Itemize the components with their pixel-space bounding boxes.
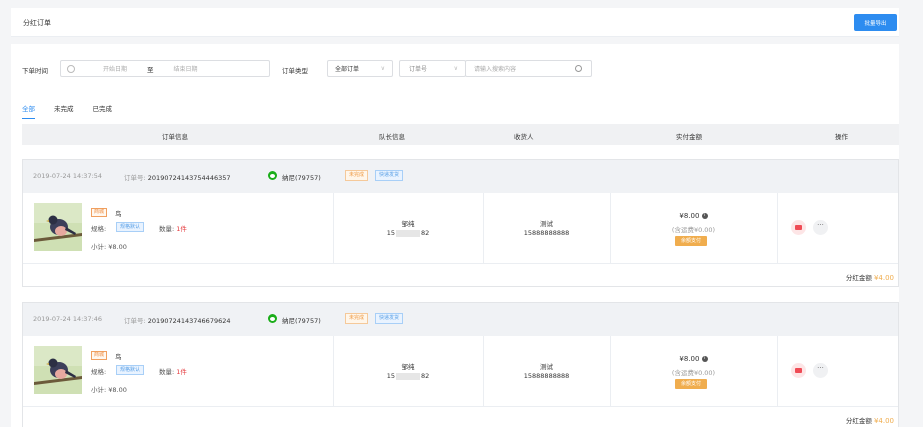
order-type-value: 全部订单 xyxy=(335,66,360,73)
chevron-down-icon: ∨ xyxy=(453,65,458,72)
product-thumbnail[interactable] xyxy=(34,203,82,251)
spec-label: 规格: xyxy=(91,368,107,376)
paid-amount: ¥8.00 i xyxy=(610,355,777,363)
goods-source-badge: 商城 xyxy=(91,208,108,217)
column-header: 订单信息 xyxy=(162,133,188,141)
date-separator: 至 xyxy=(147,65,154,74)
receiver-phone: 15888888888 xyxy=(523,372,570,380)
page: 分红订单 批量导出 下单时间 开始日期 至 结束日期 订单类型 全部订单 ∨ 订… xyxy=(11,8,899,427)
wechat-icon xyxy=(268,171,277,180)
start-date-placeholder: 开始日期 xyxy=(103,66,128,73)
order-card: 2019-07-24 14:37:54 订单号: 201907241437544… xyxy=(22,159,899,287)
more-icon[interactable]: ··· xyxy=(813,220,828,235)
order-card: 2019-07-24 14:37:46 订单号: 201907241437466… xyxy=(22,302,899,427)
message-icon[interactable] xyxy=(791,220,806,235)
search-field-select[interactable]: 订单号 ∨ xyxy=(399,60,466,77)
end-date-placeholder: 结束日期 xyxy=(173,66,198,73)
info-icon[interactable]: i xyxy=(701,213,708,219)
order-footer: 分红金额 ¥4.00 xyxy=(23,264,898,286)
order-header: 2019-07-24 14:37:54 订单号: 201907241437544… xyxy=(23,160,898,193)
status-badge: 未完成 xyxy=(345,170,369,181)
page-header: 分红订单 批量导出 xyxy=(11,8,899,37)
delivery-badge: 快递发货 xyxy=(375,170,404,181)
leader-phone: 15 82 xyxy=(386,372,430,380)
order-type-select[interactable]: 全部订单 ∨ xyxy=(327,60,393,77)
shipping-note: (含运费¥0.00) xyxy=(671,369,716,377)
receiver-phone: 15888888888 xyxy=(523,229,570,237)
info-icon[interactable]: i xyxy=(701,356,708,362)
redacted-mask xyxy=(396,229,420,237)
shipping-note: (含运费¥0.00) xyxy=(671,226,716,234)
chevron-down-icon: ∨ xyxy=(380,65,385,72)
order-number: 订单号: 20190724143754446357 xyxy=(124,174,231,182)
quantity: 数量: 1件 xyxy=(159,225,187,233)
leader-name: 邹纯 xyxy=(401,220,415,228)
divider xyxy=(777,193,778,264)
tab-unfinished[interactable]: 未完成 xyxy=(54,103,74,119)
search-input[interactable]: 请输入搜索内容 xyxy=(465,60,592,77)
table-header: 订单信息 队长信息 收货人 实付金额 操作 xyxy=(22,124,899,145)
status-tabs: 全部 未完成 已完成 xyxy=(22,103,131,119)
status-badge: 未完成 xyxy=(345,313,369,324)
order-time: 2019-07-24 14:37:54 xyxy=(33,172,103,180)
search-icon[interactable] xyxy=(575,65,582,72)
buyer-nickname[interactable]: 纳尼(79757) xyxy=(282,315,321,325)
spec-label: 规格: xyxy=(91,225,107,233)
order-header: 2019-07-24 14:37:46 订单号: 201907241437466… xyxy=(23,303,898,336)
dividend-amount: 分红金额 ¥4.00 xyxy=(845,417,894,425)
tab-all[interactable]: 全部 xyxy=(22,103,35,119)
subtotal: 小计: ¥8.00 xyxy=(91,243,127,251)
more-icon[interactable]: ··· xyxy=(813,363,828,378)
buyer-nickname[interactable]: 纳尼(79757) xyxy=(282,172,321,182)
column-header: 队长信息 xyxy=(379,133,405,141)
column-header: 收货人 xyxy=(514,133,534,141)
order-body: 商城 鸟 规格: 规格默认 数量: 1件 小计: ¥8.00 邹纯 15 82 测… xyxy=(23,193,898,264)
order-number: 订单号: 20190724143746679624 xyxy=(124,317,231,325)
goods-source-badge: 商城 xyxy=(91,351,108,360)
goods-name[interactable]: 鸟 xyxy=(115,208,122,218)
date-filter-label: 下单时间 xyxy=(22,67,48,75)
product-thumbnail[interactable] xyxy=(34,346,82,394)
paid-amount: ¥8.00 i xyxy=(610,212,777,220)
order-body: 商城 鸟 规格: 规格默认 数量: 1件 小计: ¥8.00 邹纯 15 82 测… xyxy=(23,336,898,407)
redacted-mask xyxy=(396,372,420,380)
clock-icon xyxy=(67,64,75,73)
column-header: 操作 xyxy=(835,133,848,141)
receiver-name: 测试 xyxy=(540,220,553,228)
delivery-badge: 快递发货 xyxy=(375,313,404,324)
divider xyxy=(777,336,778,407)
leader-name: 邹纯 xyxy=(401,363,415,371)
divider xyxy=(11,37,899,44)
spec-badge: 规格默认 xyxy=(116,222,145,232)
page-title: 分红订单 xyxy=(23,19,51,27)
spec-badge: 规格默认 xyxy=(116,365,145,375)
receiver-name: 测试 xyxy=(540,363,553,371)
subtotal: 小计: ¥8.00 xyxy=(91,386,127,394)
leader-phone: 15 82 xyxy=(386,229,430,237)
quantity: 数量: 1件 xyxy=(159,368,187,376)
batch-export-button[interactable]: 批量导出 xyxy=(854,14,897,31)
column-header: 实付金额 xyxy=(676,133,702,141)
pay-method-badge: 余额支付 xyxy=(675,379,707,389)
order-time: 2019-07-24 14:37:46 xyxy=(33,315,103,323)
order-type-label: 订单类型 xyxy=(282,67,308,75)
message-icon[interactable] xyxy=(791,363,806,378)
tab-finished[interactable]: 已完成 xyxy=(93,103,113,119)
search-field-value: 订单号 xyxy=(409,66,428,73)
pay-method-badge: 余额支付 xyxy=(675,236,707,246)
search-placeholder: 请输入搜索内容 xyxy=(474,66,517,73)
wechat-icon xyxy=(268,314,277,323)
order-footer: 分红金额 ¥4.00 xyxy=(23,407,898,427)
date-range-picker[interactable]: 开始日期 至 结束日期 xyxy=(60,60,270,77)
dividend-amount: 分红金额 ¥4.00 xyxy=(845,274,894,282)
goods-name[interactable]: 鸟 xyxy=(115,351,122,361)
